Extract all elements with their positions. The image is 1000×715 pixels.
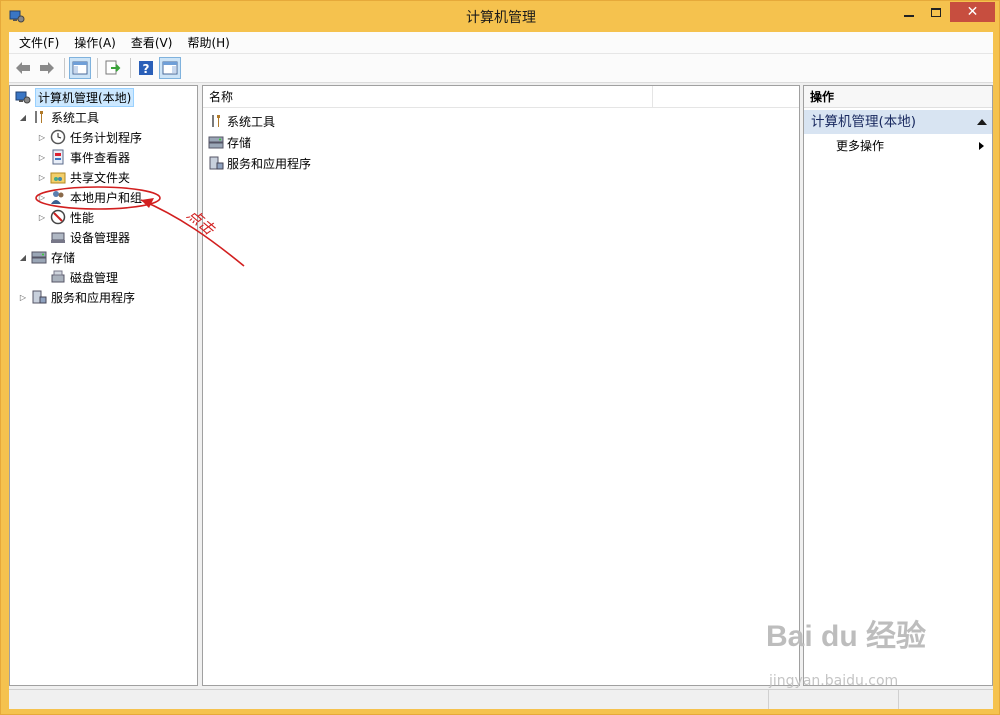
highlight-ellipse: [35, 186, 161, 210]
baidu-jingyan-watermark: Bai du 经验: [766, 620, 927, 653]
annotation-overlay: [35, 186, 245, 267]
window-frame: 计算机管理 ✕ 文件(F) 操作(A) 查看(V) 帮助(H) ? 计算机管理(…: [0, 0, 1000, 715]
watermark-url: jingyan.baidu.com: [769, 673, 899, 689]
